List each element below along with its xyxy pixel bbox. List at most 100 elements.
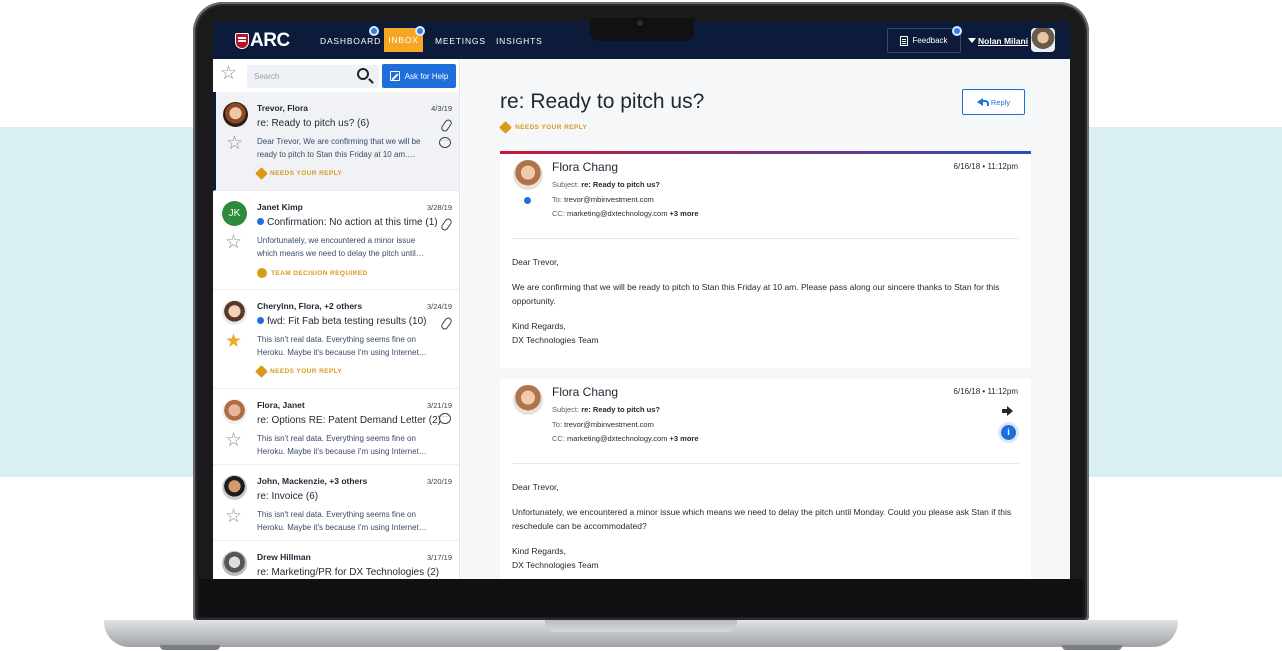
to-value: trevor@mbinvestment.com [564,420,654,429]
body-paragraph: DX Technologies Team [512,335,599,345]
thread-subject: re: Options RE: Patent Demand Letter (2) [257,415,441,426]
user-avatar[interactable] [1031,28,1055,52]
nav-meetings[interactable]: MEETINGS [435,36,486,46]
cc-more-link[interactable]: +3 more [670,209,699,218]
chevron-down-icon[interactable] [968,38,976,43]
thread-date: 4/3/19 [431,104,452,113]
thread-date: 3/21/19 [426,401,452,410]
thread-date: 3/17/19 [426,553,452,562]
avatar [222,475,247,500]
cc-value: marketing@dxtechnology.com [567,209,668,218]
body-paragraph: Dear Trevor, [512,257,559,267]
cc-line: CC: marketing@dxtechnology.com +3 more [552,209,699,218]
logo-text: ARC [250,30,290,51]
forward-icon[interactable] [1002,406,1013,416]
marketing-stage: ARC DASHBOARD INBOX MEETINGS INSIGHTS Fe… [0,0,1282,651]
message-body: Dear Trevor, Unfortunately, we encounter… [512,480,1022,573]
subject-label: Subject: [552,405,580,414]
to-label: To: [552,420,563,429]
status-label: NEEDS YOUR REPLY [270,368,343,375]
divider [512,463,1019,464]
message-date: 6/16/18 • 11:12pm [953,162,1018,171]
unread-dot [257,218,264,225]
feedback-label: Feedback [912,36,948,45]
body-paragraph: We are confirming that we will be ready … [512,281,1000,307]
star-icon[interactable]: ☆ [226,134,243,153]
star-filter-icon[interactable]: ☆ [220,64,237,83]
thread-subject: fwd: Fit Fab beta testing results (10) [257,316,427,327]
thread-item[interactable]: Drew Hillman 3/17/19 re: Marketing/PR fo… [213,541,459,579]
thread-date: 3/24/19 [426,302,452,311]
star-icon[interactable]: ☆ [225,507,242,526]
page-title: re: Ready to pitch us? [500,90,705,113]
star-icon[interactable]: ☆ [225,233,242,252]
thread-subject-text: Confirmation: No action at this time (1) [267,217,438,228]
sender-name: Flora Chang [552,385,619,399]
warning-icon [255,365,268,378]
team-icon [257,268,267,278]
thread-preview: Unfortunately, we encountered a minor is… [257,236,424,258]
thread-subject: Confirmation: No action at this time (1) [257,217,438,228]
laptop-chin [199,579,1083,617]
user-name-link[interactable]: Nolan Milani [978,36,1028,46]
arc-logo[interactable]: ARC [235,31,290,50]
compose-icon [389,71,400,81]
shield-icon [235,32,249,49]
thread-item[interactable]: ☆ Flora, Janet 3/21/19 re: Options RE: P… [213,389,459,465]
avatar [222,551,247,576]
nav-insights[interactable]: INSIGHTS [496,36,543,46]
subject-label: Subject: [552,180,580,189]
attachment-icon [439,217,454,232]
thread-participants: Janet Kimp [257,202,303,212]
cc-value: marketing@dxtechnology.com [567,434,668,443]
thread-date: 3/20/19 [426,477,452,486]
status-label: NEEDS YOUR REPLY [270,170,343,177]
nav-dashboard[interactable]: DASHBOARD [320,36,381,46]
sender-name: Flora Chang [552,160,619,174]
message-card: Flora Chang 6/16/18 • 11:12pm Subject: r… [500,379,1031,579]
reply-button[interactable]: Reply [962,89,1025,115]
list-toolbar: ☆ Search Ask for Help [213,59,460,92]
avatar [513,160,543,190]
thread-date: 3/28/19 [426,203,452,212]
message-detail-pane: re: Ready to pitch us? NEEDS YOUR REPLY … [461,59,1070,579]
body-paragraph: DX Technologies Team [512,560,599,570]
laptop-base-notch [545,620,737,632]
thread-item[interactable]: ★ Cherylnn, Flora, +2 others 3/24/19 fwd… [213,290,459,389]
thread-item[interactable]: JK ☆ Janet Kimp 3/28/19 Confirmation: No… [213,191,459,290]
thread-participants: John, Mackenzie, +3 others [257,476,368,486]
thread-participants: Cherylnn, Flora, +2 others [257,301,363,311]
cc-more-link[interactable]: +3 more [670,434,699,443]
ask-for-help-button[interactable]: Ask for Help [382,64,456,88]
notification-dot [415,26,425,36]
search-input[interactable]: Search [247,65,379,88]
body-paragraph: Kind Regards, [512,545,566,556]
thread-item[interactable]: ☆ John, Mackenzie, +3 others 3/20/19 re:… [213,465,459,541]
info-icon[interactable]: i [1001,425,1016,440]
star-icon[interactable]: ☆ [225,431,242,450]
thread-participants: Trevor, Flora [257,103,309,113]
feedback-button[interactable]: Feedback [887,28,961,53]
laptop-foot [1062,645,1122,650]
document-icon [900,35,909,46]
avatar [513,385,543,415]
thread-preview: This isn't real data. Everything seems f… [257,335,427,357]
star-filled-icon[interactable]: ★ [225,332,242,351]
warning-icon [255,167,268,180]
thread-subject: re: Marketing/PR for DX Technologies (2) [257,567,440,578]
ask-label: Ask for Help [404,71,449,81]
subject-value: re: Ready to pitch us? [581,405,660,414]
thread-item[interactable]: ☆ Trevor, Flora 4/3/19 re: Ready to pitc… [213,92,459,191]
reply-icon [976,98,989,106]
search-icon[interactable] [357,68,369,80]
message-body: Dear Trevor, We are confirming that we w… [512,255,1022,348]
message-card: Flora Chang 6/16/18 • 11:12pm Subject: r… [500,151,1031,368]
avatar: JK [222,201,247,226]
subject-value: re: Ready to pitch us? [581,180,660,189]
status-badge: TEAM DECISION REQUIRED [257,268,368,278]
thread-preview: This isn't real data. Everything seems f… [257,434,427,456]
thread-subject-text: fwd: Fit Fab beta testing results (10) [267,316,427,327]
thread-subject: re: Invoice (6) [257,491,319,502]
status-badge: NEEDS YOUR REPLY [255,167,343,180]
status-badge: NEEDS YOUR REPLY [499,121,587,134]
